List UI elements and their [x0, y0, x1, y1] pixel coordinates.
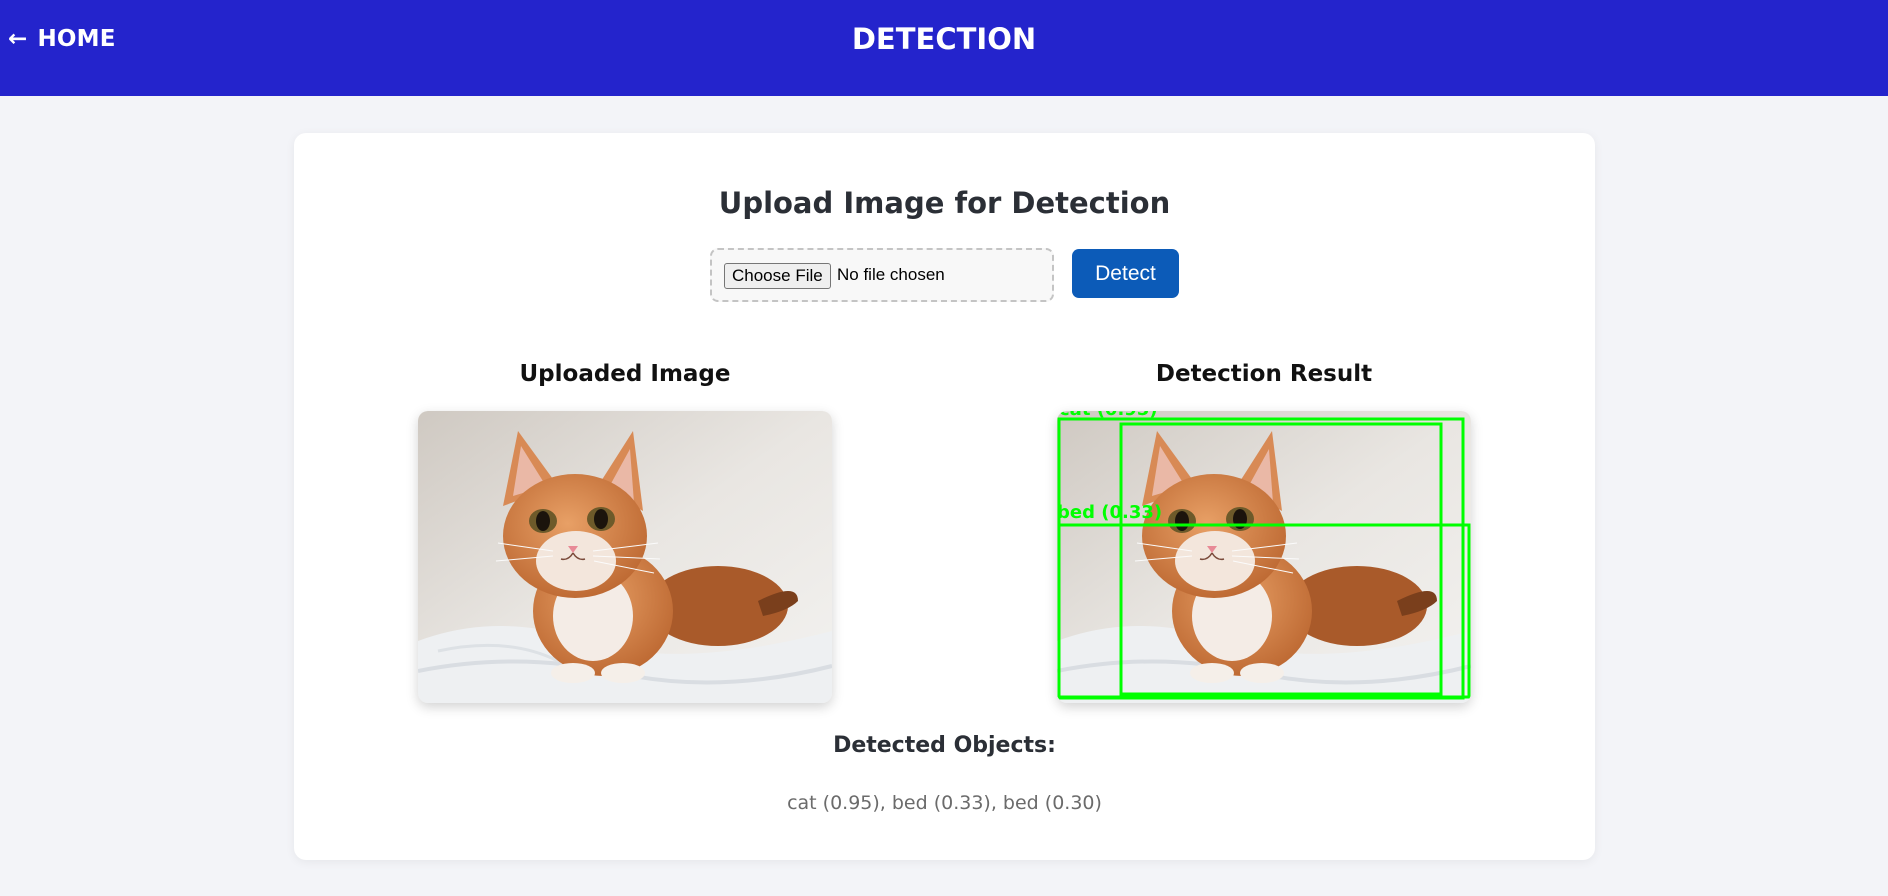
navbar: ← HOME DETECTION — [0, 0, 1888, 96]
detected-objects-list: cat (0.95), bed (0.33), bed (0.30) — [787, 792, 1102, 814]
uploaded-image — [418, 411, 832, 703]
page-title: DETECTION — [851, 22, 1037, 56]
bbox-label-bed: bed (0.33) — [1057, 502, 1162, 523]
detection-result-title: Detection Result — [1155, 361, 1373, 387]
cat-photo-annotated: cat (0.95) bed (0.33) — [1057, 411, 1471, 703]
detection-result-image: cat (0.95) bed (0.33) — [1057, 411, 1471, 703]
file-input-dropzone[interactable]: Choose File No file chosen — [710, 248, 1054, 302]
upload-title: Upload Image for Detection — [718, 186, 1171, 220]
detection-card: Upload Image for Detection Choose File N… — [294, 133, 1595, 860]
bbox-label-cat: cat (0.95) — [1059, 411, 1158, 420]
detect-button[interactable]: Detect — [1072, 249, 1179, 298]
detected-objects-title: Detected Objects: — [833, 733, 1056, 758]
cat-photo — [418, 411, 832, 703]
choose-file-button[interactable]: Choose File — [724, 263, 831, 289]
uploaded-image-title: Uploaded Image — [519, 361, 731, 387]
file-status-text: No file chosen — [837, 265, 945, 284]
